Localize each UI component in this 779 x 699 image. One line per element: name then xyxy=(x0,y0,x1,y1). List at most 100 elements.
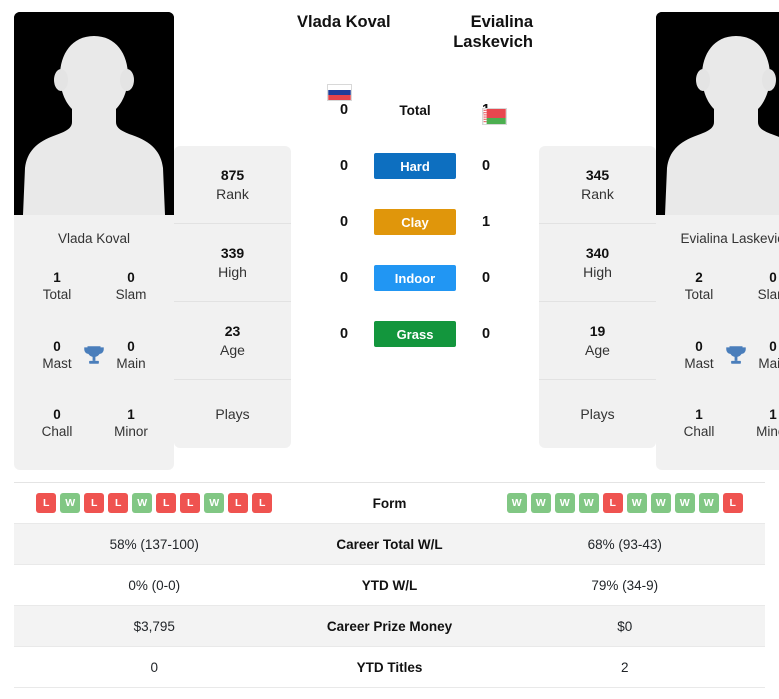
form-badge-loss[interactable]: L xyxy=(84,493,105,513)
left-titles-grid: 1 Total 0 Slam 0 Mast 0 Main 0 Chall 1 M… xyxy=(20,253,168,458)
h2h-grass-right-score: 0 xyxy=(481,326,491,342)
right-titles-minor-value: 1 xyxy=(769,406,777,422)
h2h-hard-right-score: 0 xyxy=(481,158,491,174)
right-titles-slam-label: Slam xyxy=(757,287,779,303)
row-label-form: Form xyxy=(372,495,407,511)
right-rank-cell: 345 Rank xyxy=(539,146,656,224)
table-row-career-total-wl: 58% (137-100) Career Total W/L 68% (93-4… xyxy=(14,524,765,565)
right-player-avatar xyxy=(656,12,779,215)
right-player-card-name: Evialina Laskevich xyxy=(680,231,779,246)
right-player-name-line1: Evialina xyxy=(470,13,533,31)
h2h-indoor-left-score: 0 xyxy=(339,270,349,286)
left-titles-minor-value: 1 xyxy=(127,406,135,422)
form-badge-loss[interactable]: L xyxy=(156,493,177,513)
h2h-row-indoor: 0 Indoor 0 xyxy=(295,250,535,306)
left-age-value: 23 xyxy=(224,322,241,339)
h2h-clay-left-score: 0 xyxy=(339,214,349,230)
left-player-titles-card: Vlada Koval 1 Total 0 Slam 0 Mast 0 Main… xyxy=(14,215,174,470)
player-avatar-placeholder-icon xyxy=(656,12,779,215)
ytd-titles-left: 0 xyxy=(150,659,158,675)
form-badge-loss[interactable]: L xyxy=(36,493,57,513)
left-titles-chall: 0 Chall xyxy=(20,407,94,441)
left-titles-slam-value: 0 xyxy=(127,270,135,286)
career-prize-money-right: $0 xyxy=(617,618,633,634)
left-form-strip: LWLLWLLWLL xyxy=(36,493,273,513)
trophy-icon xyxy=(726,345,746,364)
row-label-career-total-wl: Career Total W/L xyxy=(336,536,443,552)
left-titles-minor: 1 Minor xyxy=(94,407,168,441)
form-badge-win[interactable]: W xyxy=(650,493,671,513)
left-plays-label: Plays xyxy=(215,405,250,422)
left-high-cell: 339 High xyxy=(174,224,291,302)
form-badge-win[interactable]: W xyxy=(204,493,225,513)
left-titles-chall-value: 0 xyxy=(53,406,61,422)
form-badge-win[interactable]: W xyxy=(60,493,81,513)
left-rank-cell: 875 Rank xyxy=(174,146,291,224)
left-titles-chall-label: Chall xyxy=(41,423,73,439)
form-badge-win[interactable]: W xyxy=(698,493,719,513)
career-prize-money-left: $3,795 xyxy=(133,618,175,634)
ytd-wl-left: 0% (0-0) xyxy=(128,577,181,593)
right-player-column: Evialina Laskevich 2 Total 0 Slam 0 Mast xyxy=(656,12,779,470)
form-badge-win[interactable]: W xyxy=(626,493,647,513)
row-label-ytd-wl: YTD W/L xyxy=(361,577,418,593)
h2h-row-clay: 0 Clay 1 xyxy=(295,194,535,250)
h2h-clay-badge[interactable]: Clay xyxy=(374,209,456,235)
form-badge-win[interactable]: W xyxy=(674,493,695,513)
right-titles-total-value: 2 xyxy=(695,270,703,286)
right-player-titles-card: Evialina Laskevich 2 Total 0 Slam 0 Mast xyxy=(656,215,779,470)
right-titles-chall-label: Chall xyxy=(683,423,715,439)
right-titles-total-label: Total xyxy=(684,287,714,303)
form-badge-loss[interactable]: L xyxy=(228,493,249,513)
table-row-form: LWLLWLLWLL Form WWWWLWWWWL xyxy=(14,483,765,524)
form-badge-loss[interactable]: L xyxy=(722,493,743,513)
right-high-cell: 340 High xyxy=(539,224,656,302)
player-flags-row xyxy=(295,76,535,125)
row-label-career-prize-money: Career Prize Money xyxy=(326,618,453,634)
left-player-name: Vlada Koval xyxy=(297,13,391,31)
form-badge-win[interactable]: W xyxy=(506,493,527,513)
table-row-career-prize-money: $3,795 Career Prize Money $0 xyxy=(14,606,765,647)
russia-flag-icon xyxy=(327,84,352,101)
left-rank-column: 875 Rank 339 High 23 Age Plays xyxy=(174,146,291,448)
form-badge-win[interactable]: W xyxy=(554,493,575,513)
right-age-value: 19 xyxy=(589,322,606,339)
left-rank-value: 875 xyxy=(220,166,245,183)
right-rank-column: 345 Rank 340 High 19 Age Plays xyxy=(539,146,656,448)
right-form-strip: WWWWLWWWWL xyxy=(506,493,743,513)
left-high-value: 339 xyxy=(220,244,245,261)
left-plays-cell: Plays xyxy=(174,380,291,448)
right-titles-slam-value: 0 xyxy=(769,270,777,286)
right-titles-total: 2 Total xyxy=(662,270,736,304)
right-high-label: High xyxy=(583,263,612,280)
right-plays-cell: Plays xyxy=(539,380,656,448)
h2h-hard-left-score: 0 xyxy=(339,158,349,174)
h2h-hard-badge[interactable]: Hard xyxy=(374,153,456,179)
left-titles-slam-label: Slam xyxy=(115,287,147,303)
h2h-grass-badge[interactable]: Grass xyxy=(374,321,456,347)
player-avatar-placeholder-icon xyxy=(14,12,174,215)
h2h-grass-left-score: 0 xyxy=(339,326,349,342)
comparison-header: Vlada Koval 1 Total 0 Slam 0 Mast 0 Main… xyxy=(0,0,779,470)
right-player-name-line2: Laskevich xyxy=(453,33,533,52)
h2h-indoor-right-score: 0 xyxy=(481,270,491,286)
h2h-indoor-badge[interactable]: Indoor xyxy=(374,265,456,291)
form-badge-loss[interactable]: L xyxy=(602,493,623,513)
form-badge-loss[interactable]: L xyxy=(108,493,129,513)
right-titles-slam: 0 Slam xyxy=(736,270,779,304)
trophy-icon xyxy=(84,345,104,364)
form-badge-win[interactable]: W xyxy=(578,493,599,513)
right-titles-chall-value: 1 xyxy=(695,406,703,422)
right-rank-value: 345 xyxy=(585,166,610,183)
left-player-avatar xyxy=(14,12,174,215)
form-right-cell: WWWWLWWWWL xyxy=(485,493,766,513)
h2h-row-grass: 0 Grass 0 xyxy=(295,306,535,362)
form-badge-loss[interactable]: L xyxy=(252,493,273,513)
right-age-cell: 19 Age xyxy=(539,302,656,380)
form-badge-loss[interactable]: L xyxy=(180,493,201,513)
career-total-wl-right: 68% (93-43) xyxy=(587,536,662,552)
form-badge-win[interactable]: W xyxy=(530,493,551,513)
right-player-name: Evialina Laskevich xyxy=(415,12,535,52)
right-titles-minor-label: Minor xyxy=(756,423,779,439)
form-badge-win[interactable]: W xyxy=(132,493,153,513)
